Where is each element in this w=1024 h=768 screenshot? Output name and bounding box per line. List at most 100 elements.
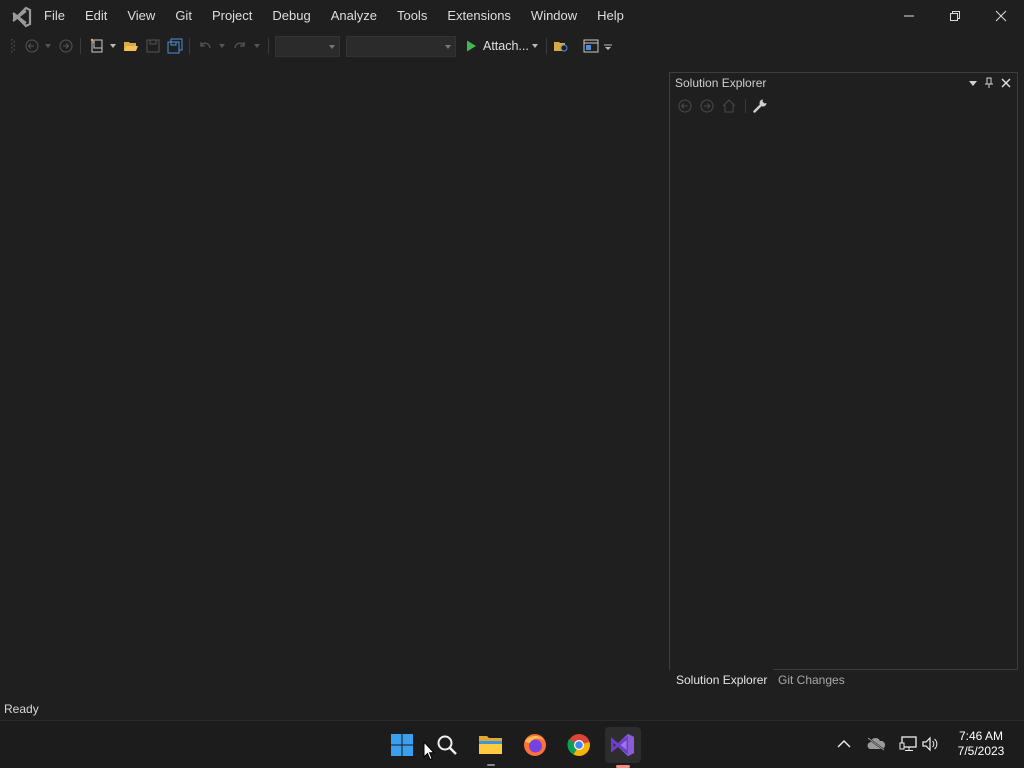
visual-studio-icon: [611, 733, 634, 757]
document-well[interactable]: [0, 60, 668, 698]
attach-button-label[interactable]: Attach...: [483, 37, 529, 55]
status-bar: Ready: [0, 698, 1024, 720]
wrench-icon: [753, 99, 767, 113]
tab-solution-explorer[interactable]: Solution Explorer: [670, 669, 774, 691]
toolbar-separator: [80, 38, 81, 54]
back-dropdown[interactable]: [43, 36, 53, 56]
network-tray-button[interactable]: [898, 734, 918, 754]
start-debugging-button[interactable]: [462, 36, 480, 56]
sol-properties-button[interactable]: [752, 98, 768, 117]
menu-view[interactable]: View: [117, 0, 165, 32]
taskbar-firefox[interactable]: [517, 727, 553, 763]
save-all-button[interactable]: [165, 36, 185, 56]
window-layout-button[interactable]: [581, 36, 601, 56]
undo-dropdown[interactable]: [217, 36, 227, 56]
solution-explorer-panel[interactable]: Solution Explorer: [669, 72, 1018, 670]
minimize-button[interactable]: [886, 0, 932, 32]
search-icon: [437, 735, 457, 755]
panel-options-button[interactable]: [967, 76, 979, 90]
clock-time: 7:46 AM: [958, 729, 1004, 743]
sol-back-button[interactable]: [677, 98, 693, 117]
minimize-icon: [904, 15, 914, 17]
home-icon: [722, 99, 736, 113]
file-explorer-icon: [479, 736, 502, 754]
browse-folder-icon: [554, 42, 568, 52]
menu-extensions[interactable]: Extensions: [437, 0, 521, 32]
toolbar-separator: [268, 38, 269, 54]
new-project-icon: [90, 38, 103, 53]
restore-icon: [950, 11, 960, 21]
network-icon: [899, 736, 917, 751]
redo-button[interactable]: [230, 36, 250, 56]
close-icon: [1001, 78, 1011, 88]
menu-project[interactable]: Project: [202, 0, 262, 32]
taskbar-file-explorer[interactable]: [473, 727, 509, 766]
standard-toolbar: Attach...: [0, 32, 1024, 60]
pin-icon: [985, 77, 993, 88]
taskbar-clock[interactable]: 7:46 AM 7/5/2023: [946, 729, 1016, 759]
chrome-icon: [567, 734, 590, 756]
forward-icon: [59, 39, 73, 53]
start-icon: [467, 40, 476, 52]
toolbar-options-dropdown[interactable]: [603, 36, 613, 56]
status-text: Ready: [4, 702, 39, 716]
menu-file[interactable]: File: [34, 0, 75, 32]
solution-explorer-toolbar: [670, 95, 1017, 117]
solution-explorer-header: Solution Explorer: [670, 73, 1017, 93]
undo-button[interactable]: [195, 36, 215, 56]
mouse-cursor-icon: [423, 741, 435, 761]
windows-taskbar: 7:46 AM 7/5/2023: [0, 720, 1024, 768]
save-button[interactable]: [143, 36, 163, 56]
start-button[interactable]: [384, 727, 420, 763]
menu-git[interactable]: Git: [165, 0, 202, 32]
chevron-down-icon: [969, 80, 977, 86]
chevron-up-icon: [837, 740, 851, 748]
browse-folder-button[interactable]: [551, 36, 571, 56]
running-indicator: [487, 764, 495, 766]
tab-git-changes[interactable]: Git Changes: [772, 669, 851, 691]
solution-platform-dropdown[interactable]: [346, 36, 456, 57]
volume-icon: [922, 736, 938, 752]
close-window-button[interactable]: [978, 0, 1024, 32]
new-project-button[interactable]: [87, 36, 107, 56]
sol-home-button[interactable]: [721, 98, 737, 117]
sol-forward-button[interactable]: [699, 98, 715, 117]
menu-bar: File Edit View Git Project Debug Analyze…: [34, 0, 634, 32]
undo-icon: [200, 42, 211, 49]
onedrive-icon: [867, 737, 886, 751]
title-bar: File Edit View Git Project Debug Analyze…: [0, 0, 1024, 32]
onedrive-tray-button[interactable]: [866, 734, 886, 754]
show-hidden-icons-button[interactable]: [834, 734, 854, 754]
taskbar-visual-studio[interactable]: [605, 727, 641, 768]
new-project-dropdown[interactable]: [108, 36, 118, 56]
menu-debug[interactable]: Debug: [262, 0, 320, 32]
open-folder-button[interactable]: [121, 36, 141, 56]
navigate-back-button[interactable]: [22, 36, 42, 56]
visual-studio-logo-icon: [12, 6, 32, 28]
volume-tray-button[interactable]: [921, 734, 941, 754]
clock-date: 7/5/2023: [957, 744, 1005, 758]
pin-panel-button[interactable]: [983, 76, 995, 90]
save-all-icon: [167, 38, 183, 54]
taskbar-chrome[interactable]: [561, 727, 597, 763]
redo-dropdown[interactable]: [252, 36, 262, 56]
menu-edit[interactable]: Edit: [75, 0, 117, 32]
open-folder-icon: [124, 42, 138, 51]
back-icon: [678, 99, 692, 113]
close-panel-button[interactable]: [1000, 76, 1012, 90]
redo-icon: [234, 42, 245, 49]
toolbar-separator: [745, 99, 746, 113]
windows-start-icon: [391, 734, 413, 756]
menu-tools[interactable]: Tools: [387, 0, 437, 32]
toolbar-separator: [546, 38, 547, 54]
solution-configuration-dropdown[interactable]: [275, 36, 340, 57]
close-icon: [995, 10, 1007, 22]
menu-window[interactable]: Window: [521, 0, 587, 32]
toolbar-grip[interactable]: [10, 36, 16, 56]
restore-button[interactable]: [932, 0, 978, 32]
menu-analyze[interactable]: Analyze: [321, 0, 387, 32]
menu-help[interactable]: Help: [587, 0, 634, 32]
attach-dropdown[interactable]: [530, 36, 540, 56]
navigate-forward-button[interactable]: [56, 36, 76, 56]
back-icon: [25, 39, 39, 53]
